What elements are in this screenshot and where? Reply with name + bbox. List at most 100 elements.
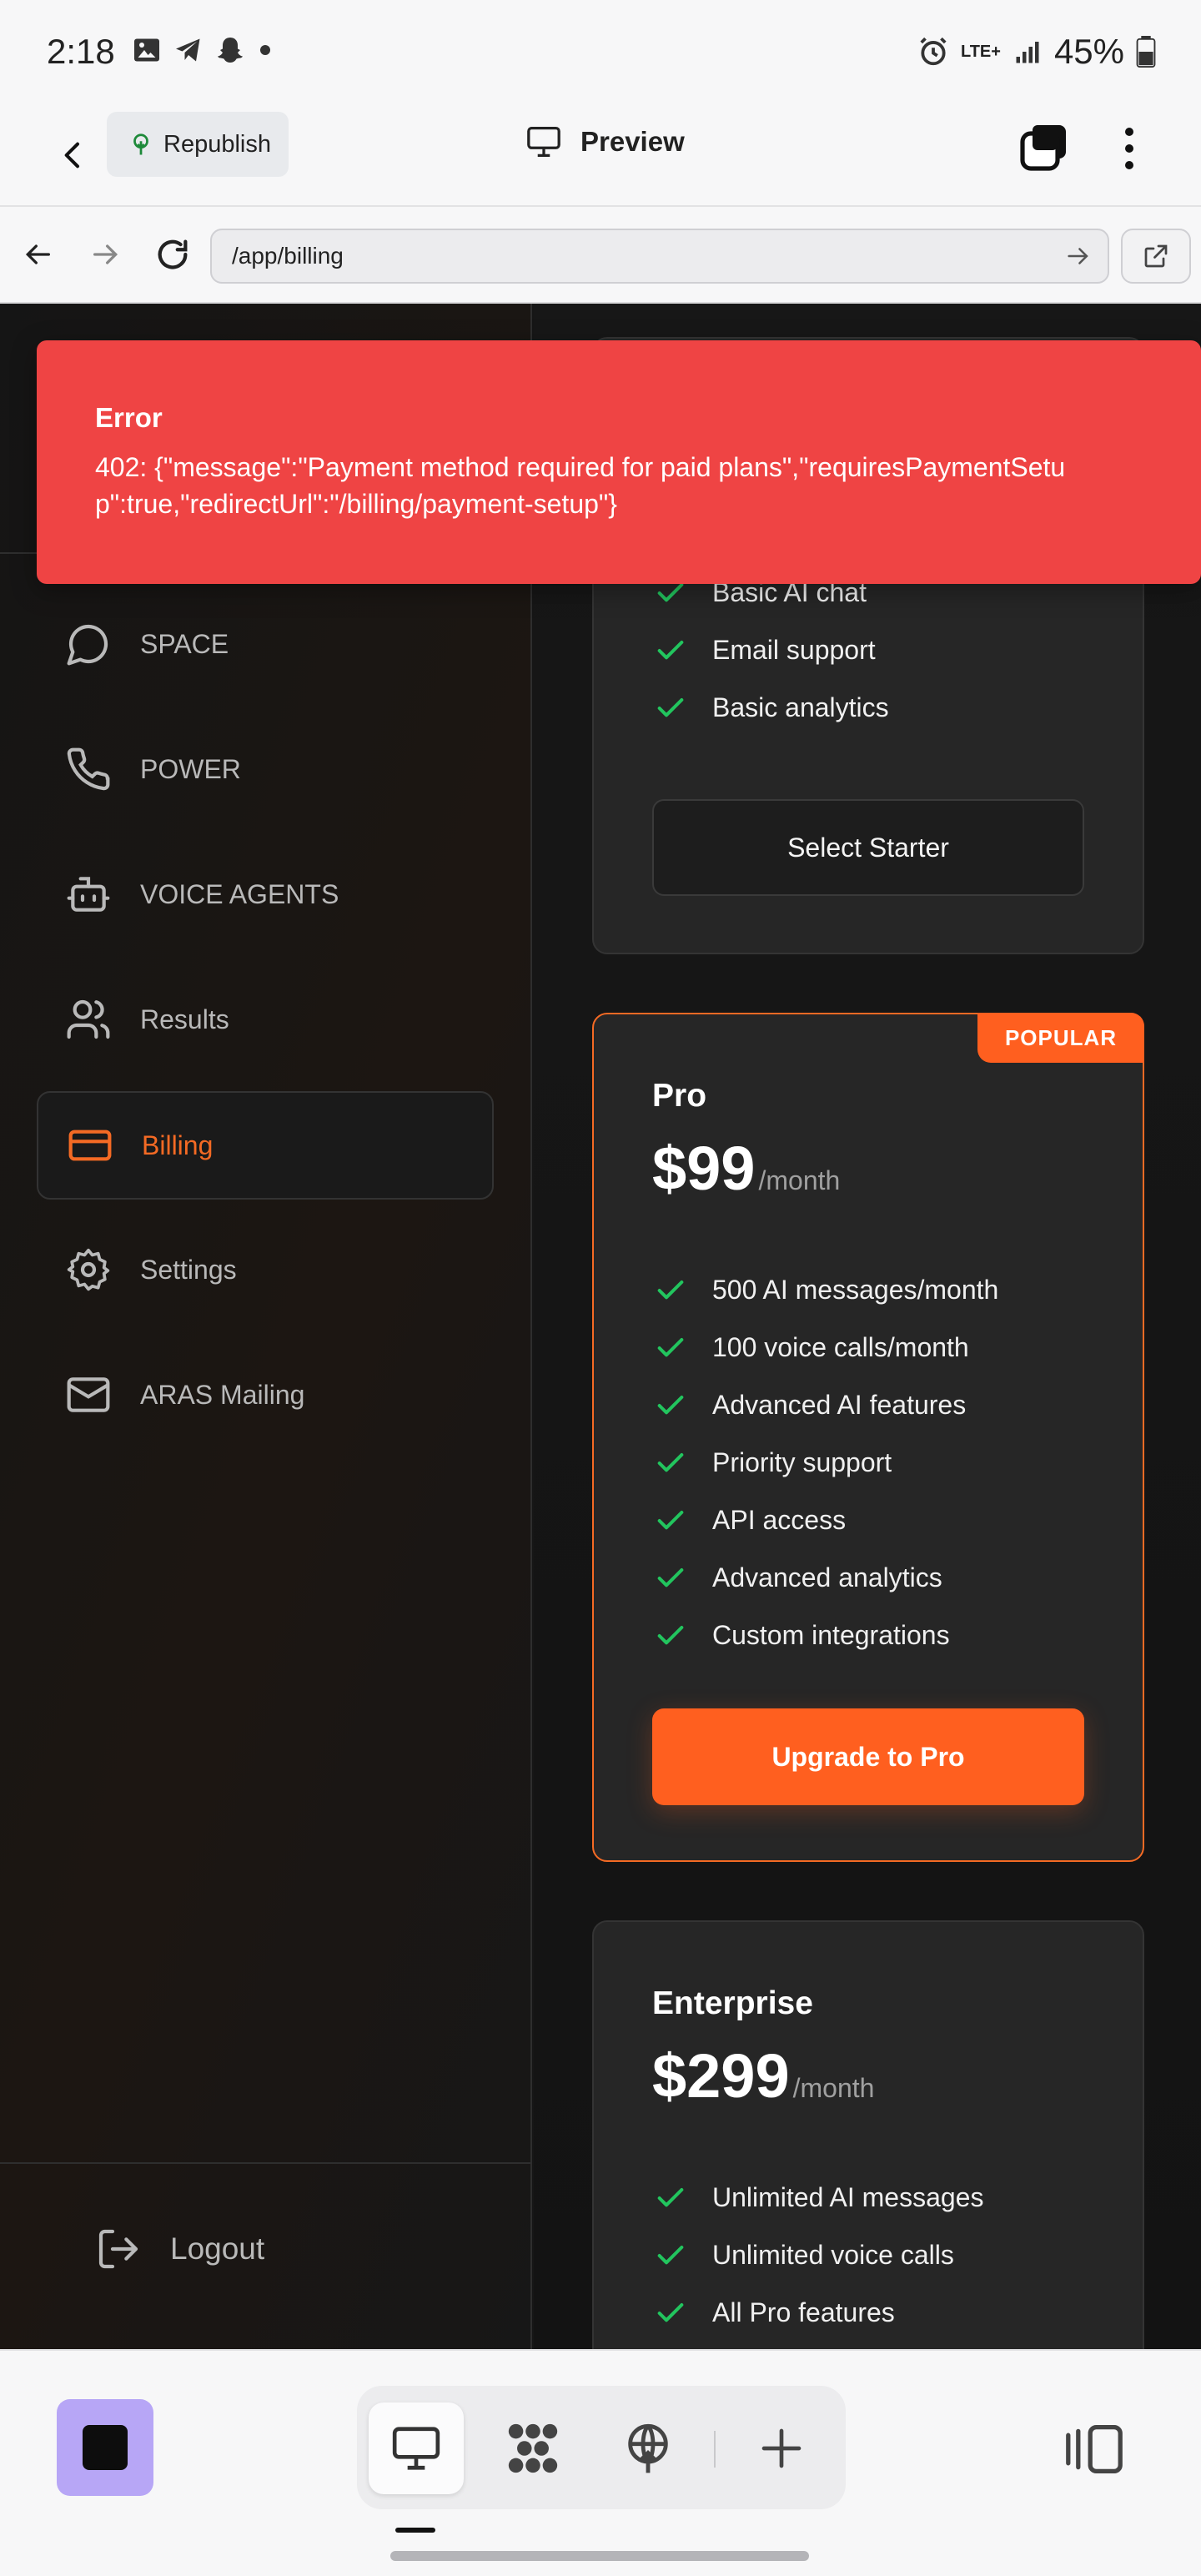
feature-text: API access [712, 1505, 847, 1535]
sidebar-item-space[interactable]: SPACE [37, 594, 494, 694]
plan-card-pro: POPULAR Pro $99 /month 500 AI messages/m… [592, 1013, 1144, 1862]
feature-item: 100 voice calls/month [654, 1319, 998, 1376]
sidebar-item-results[interactable]: Results [37, 969, 494, 1069]
components-button[interactable] [485, 2402, 580, 2494]
status-bar: 2:18 LTE+ 45% [0, 0, 1201, 103]
status-time: 2:18 [47, 32, 115, 71]
feature-item: Unlimited voice calls [654, 2226, 983, 2284]
sidebar-item-label: Settings [140, 1254, 237, 1285]
monitor-icon [527, 126, 560, 157]
feature-item: API access [654, 1492, 998, 1549]
app-viewport: SPACE POWER VOICE AGENTS Results Billing… [0, 304, 1201, 2349]
check-icon [657, 1395, 684, 1414]
globe-upload-icon [628, 2423, 668, 2473]
check-icon [657, 1567, 684, 1587]
error-toast[interactable]: Error 402: {"message":"Payment method re… [37, 340, 1201, 584]
mail-icon [67, 1377, 110, 1412]
battery-level: 45% [1053, 32, 1124, 71]
app-bar: Republish Preview [0, 103, 1201, 207]
sidebar-item-power[interactable]: POWER [37, 719, 494, 819]
upgrade-to-pro-button[interactable]: Upgrade to Pro [652, 1708, 1084, 1805]
tabs-button[interactable] [1019, 122, 1069, 172]
active-tab-indicator [395, 2528, 435, 2533]
more-dot [1125, 161, 1133, 169]
browser-forward-button[interactable] [85, 234, 127, 275]
sidebar-item-label: Billing [142, 1130, 214, 1160]
signal-icon [1016, 42, 1039, 63]
feature-list: Basic AI chat Email support Basic analyt… [654, 564, 889, 737]
dot-icon [260, 45, 270, 55]
credit-card-icon [68, 1130, 112, 1161]
sidebar-item-label: VOICE AGENTS [140, 878, 339, 909]
sidebar: SPACE POWER VOICE AGENTS Results Billing… [0, 304, 532, 2349]
price-period: /month [792, 2073, 875, 2103]
go-arrow-icon[interactable] [1064, 242, 1093, 270]
feature-text: Unlimited AI messages [712, 2182, 984, 2212]
cluster-icon [508, 2423, 558, 2473]
external-link-icon [1144, 244, 1168, 268]
battery-icon [1136, 36, 1156, 68]
feature-item: Custom integrations [654, 1607, 998, 1664]
plan-card-enterprise: Enterprise $299 /month Unlimited AI mess… [592, 1920, 1144, 2349]
chat-bubble-icon [67, 624, 108, 666]
toast-message: 402: {"message":"Payment method required… [95, 452, 1066, 519]
browser-back-button[interactable] [17, 234, 58, 275]
gear-icon [67, 1248, 110, 1291]
feature-text: Priority support [712, 1447, 892, 1477]
add-button[interactable] [734, 2402, 829, 2494]
divider [714, 2431, 716, 2468]
more-dot [1125, 144, 1133, 153]
feature-text: Basic analytics [712, 692, 889, 722]
back-button[interactable] [47, 128, 100, 182]
plan-name: Pro [652, 1078, 707, 1114]
feature-text: All Pro features [712, 2297, 895, 2327]
logout-icon [98, 2229, 138, 2269]
feature-list: 500 AI messages/month 100 voice calls/mo… [654, 1261, 998, 1664]
network-label: LTE+ [960, 42, 1001, 61]
arrow-left-icon [25, 244, 50, 264]
reload-button[interactable] [152, 234, 193, 275]
republish-button[interactable]: Republish [107, 112, 289, 177]
sidebar-item-label: Results [140, 1004, 229, 1034]
sidebar-item-aras-mailing[interactable]: ARAS Mailing [37, 1345, 494, 1445]
desktop-view-button[interactable] [369, 2402, 464, 2494]
feature-item: Basic analytics [654, 679, 889, 737]
chevron-left-icon [64, 142, 79, 169]
more-options-button[interactable] [1113, 122, 1146, 175]
logout-label: Logout [170, 2231, 265, 2266]
check-icon [657, 2187, 684, 2206]
home-indicator [390, 2551, 809, 2561]
open-external-button[interactable] [1121, 229, 1191, 284]
stop-square-icon [83, 2425, 128, 2470]
sidebar-item-voice-agents[interactable]: VOICE AGENTS [37, 844, 494, 944]
check-icon [657, 2245, 684, 2264]
plan-price: $99 /month [652, 1133, 840, 1204]
sidebar-item-settings[interactable]: Settings [37, 1220, 494, 1320]
sidebar-item-label: ARAS Mailing [140, 1379, 305, 1410]
bottom-toolbar [0, 2349, 1201, 2576]
tabs-icon [1020, 125, 1066, 171]
panel-toggle-button[interactable] [1064, 2423, 1124, 2476]
feature-text: Custom integrations [712, 1620, 950, 1650]
image-icon [134, 38, 159, 62]
url-input[interactable]: /app/billing [210, 229, 1109, 284]
feature-text: Advanced AI features [712, 1390, 967, 1420]
app-switcher-button[interactable] [57, 2399, 153, 2496]
sidebar-item-billing[interactable]: Billing [37, 1091, 494, 1200]
check-icon [657, 640, 684, 659]
popular-badge: POPULAR [977, 1013, 1144, 1063]
sidebar-item-label: POWER [140, 753, 241, 784]
select-starter-button[interactable]: Select Starter [652, 799, 1084, 896]
panel-toggle-icon [1066, 2424, 1123, 2474]
feature-item: Priority support [654, 1434, 998, 1492]
desktop-icon [392, 2427, 440, 2470]
publish-button[interactable] [600, 2402, 696, 2494]
plan-price: $299 /month [652, 2040, 874, 2111]
tree-icon [133, 133, 148, 155]
divider [0, 2162, 532, 2164]
feature-item: Advanced analytics [654, 1549, 998, 1607]
robot-icon [67, 877, 110, 912]
logout-button[interactable]: Logout [95, 2226, 264, 2272]
preview-toggle[interactable]: Preview [525, 125, 685, 158]
feature-text: 500 AI messages/month [712, 1275, 999, 1305]
